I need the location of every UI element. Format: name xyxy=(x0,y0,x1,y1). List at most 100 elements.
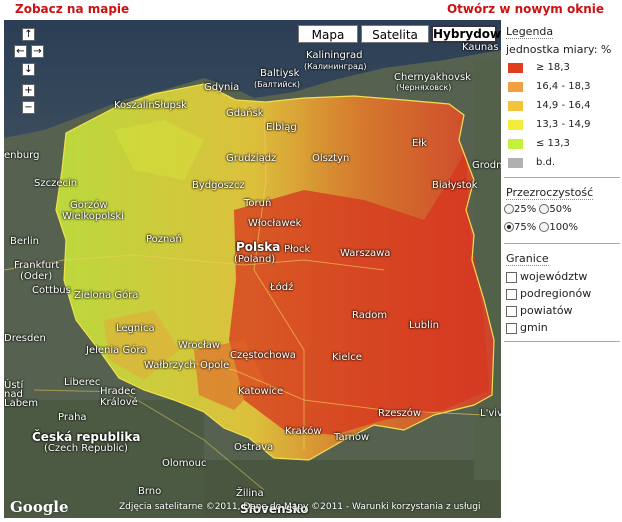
city-label: Gdynia xyxy=(204,82,240,93)
city-label: (Черняховск) xyxy=(396,83,452,92)
city-label: Kielce xyxy=(332,352,362,363)
legend-item: 14,9 - 16,4 xyxy=(504,98,620,117)
city-label: Baltiysk xyxy=(260,68,300,79)
pan-down-button[interactable]: ↓ xyxy=(22,63,35,76)
city-label: Chernyakhovsk xyxy=(394,72,471,83)
boundary-checkbox-podregionow[interactable] xyxy=(506,288,517,300)
map-viewport[interactable]: ↑ ← → ↓ + − Mapa Satelita Hybrydowa Kali… xyxy=(4,20,501,518)
city-label: Česká republika xyxy=(32,430,141,444)
map-copyright[interactable]: Zdjęcia satelitarne ©2011, Dane do Mapy … xyxy=(119,502,480,512)
legend-item: ≤ 13,3 xyxy=(504,136,620,155)
city-label: Opole xyxy=(200,360,230,371)
city-label: L'viv xyxy=(480,408,501,419)
open-new-window-link[interactable]: Otwórz w nowym oknie xyxy=(447,2,604,16)
city-label: Gdańsk xyxy=(226,108,264,119)
city-label: Kraków xyxy=(285,426,322,437)
city-label: Katowice xyxy=(238,386,284,397)
pan-right-button[interactable]: → xyxy=(31,45,44,58)
city-label: Toruń xyxy=(244,198,272,209)
transparency-radio-50[interactable] xyxy=(539,204,550,214)
city-label: Słupsk xyxy=(154,100,187,111)
boundary-option: województw xyxy=(504,270,620,287)
city-label: Dresden xyxy=(4,333,46,344)
city-label: Labem xyxy=(4,398,38,409)
divider xyxy=(504,177,620,178)
city-label: (Poland) xyxy=(234,254,276,265)
city-label: enburg xyxy=(4,150,40,161)
boundary-checkbox-gmin[interactable] xyxy=(506,322,517,334)
city-label: (Oder) xyxy=(20,271,53,282)
city-label: Radom xyxy=(352,310,388,321)
map-type-hybrydowa-button[interactable]: Hybrydowa xyxy=(431,25,501,43)
city-label: Rzeszów xyxy=(378,408,422,419)
transparency-title: Przezroczystość xyxy=(506,186,594,200)
city-label: Polska xyxy=(236,240,281,254)
city-label: Wrocław xyxy=(178,340,221,351)
pan-up-button[interactable]: ↑ xyxy=(22,28,35,41)
legend-item: 16,4 - 18,3 xyxy=(504,79,620,98)
zoom-out-button[interactable]: − xyxy=(22,101,35,114)
google-logo[interactable]: Google xyxy=(10,498,69,516)
unit-label: jednostka miary: % xyxy=(506,43,612,56)
legend-swatch xyxy=(508,82,523,92)
map-type-mapa-button[interactable]: Mapa xyxy=(298,25,358,43)
city-label: Praha xyxy=(58,412,87,423)
transparency-radio-100[interactable] xyxy=(539,222,550,232)
boundary-checkbox-powiatow[interactable] xyxy=(506,305,517,317)
city-label: Liberec xyxy=(64,377,101,388)
zoom-in-button[interactable]: + xyxy=(22,84,35,97)
side-panel: Legenda jednostka miary: % ≥ 18,3 16,4 -… xyxy=(504,20,620,520)
legend-title: Legenda xyxy=(506,25,554,39)
city-label: Białystok xyxy=(432,180,478,191)
top-bar: Zobacz na mapie Otwórz w nowym oknie xyxy=(0,0,622,20)
boundary-checkbox-wojewodztw[interactable] xyxy=(506,271,517,283)
city-label: Grodno xyxy=(472,160,501,171)
legend-swatch xyxy=(508,139,523,149)
city-label: Tarnów xyxy=(334,432,370,443)
boundary-option: gmin xyxy=(504,321,620,338)
city-label: Olsztyn xyxy=(312,153,350,164)
city-label: Wielkopolski xyxy=(62,211,124,222)
transparency-row: 25% 50% xyxy=(504,204,620,222)
city-label: (Калининград) xyxy=(304,62,367,71)
city-label: Warszawa xyxy=(340,248,391,259)
city-label: Ostrava xyxy=(234,442,274,453)
city-label: Olomouc xyxy=(162,458,207,469)
city-label: Ełk xyxy=(412,138,427,149)
city-label: Płock xyxy=(284,244,311,255)
city-label: Legnica xyxy=(116,323,155,334)
city-label: Kaunas xyxy=(462,42,499,53)
legend-swatch xyxy=(508,158,523,168)
pan-left-button[interactable]: ← xyxy=(14,45,27,58)
city-label: Berlin xyxy=(10,236,40,247)
view-on-map-link[interactable]: Zobacz na mapie xyxy=(15,2,129,16)
city-label: Žilina xyxy=(236,488,264,499)
boundary-option: powiatów xyxy=(504,304,620,321)
divider xyxy=(504,243,620,244)
legend-swatch xyxy=(508,101,523,111)
map-type-satelita-button[interactable]: Satelita xyxy=(361,25,429,43)
legend-list: ≥ 18,3 16,4 - 18,3 14,9 - 16,4 13,3 - 14… xyxy=(504,60,620,174)
city-label: (Балтийск) xyxy=(254,80,301,89)
city-label: Poznań xyxy=(146,234,182,245)
city-label: Koszalin xyxy=(114,100,155,111)
legend-item: ≥ 18,3 xyxy=(504,60,620,79)
city-label: Jelenia Góra xyxy=(86,345,147,356)
legend-swatch xyxy=(508,120,523,130)
city-label: Brno xyxy=(138,486,162,497)
boundary-option: podregionów xyxy=(504,287,620,304)
city-label: Elbląg xyxy=(266,122,297,133)
city-label: Kaliningrad xyxy=(306,50,363,61)
divider xyxy=(504,341,620,342)
transparency-row: 75% 100% xyxy=(504,222,620,240)
boundaries-title: Granice xyxy=(506,252,549,266)
city-label: (Czech Republic) xyxy=(44,443,128,454)
city-label: Grudziądz xyxy=(226,153,277,164)
city-label: Włocławek xyxy=(248,218,302,229)
transparency-radio-25[interactable] xyxy=(504,204,514,214)
city-label: Częstochowa xyxy=(230,350,296,361)
city-label: Lublin xyxy=(409,320,439,331)
city-label: Szczecin xyxy=(34,178,78,189)
city-label: Wałbrzych xyxy=(144,360,196,371)
transparency-radio-75[interactable] xyxy=(504,222,514,232)
